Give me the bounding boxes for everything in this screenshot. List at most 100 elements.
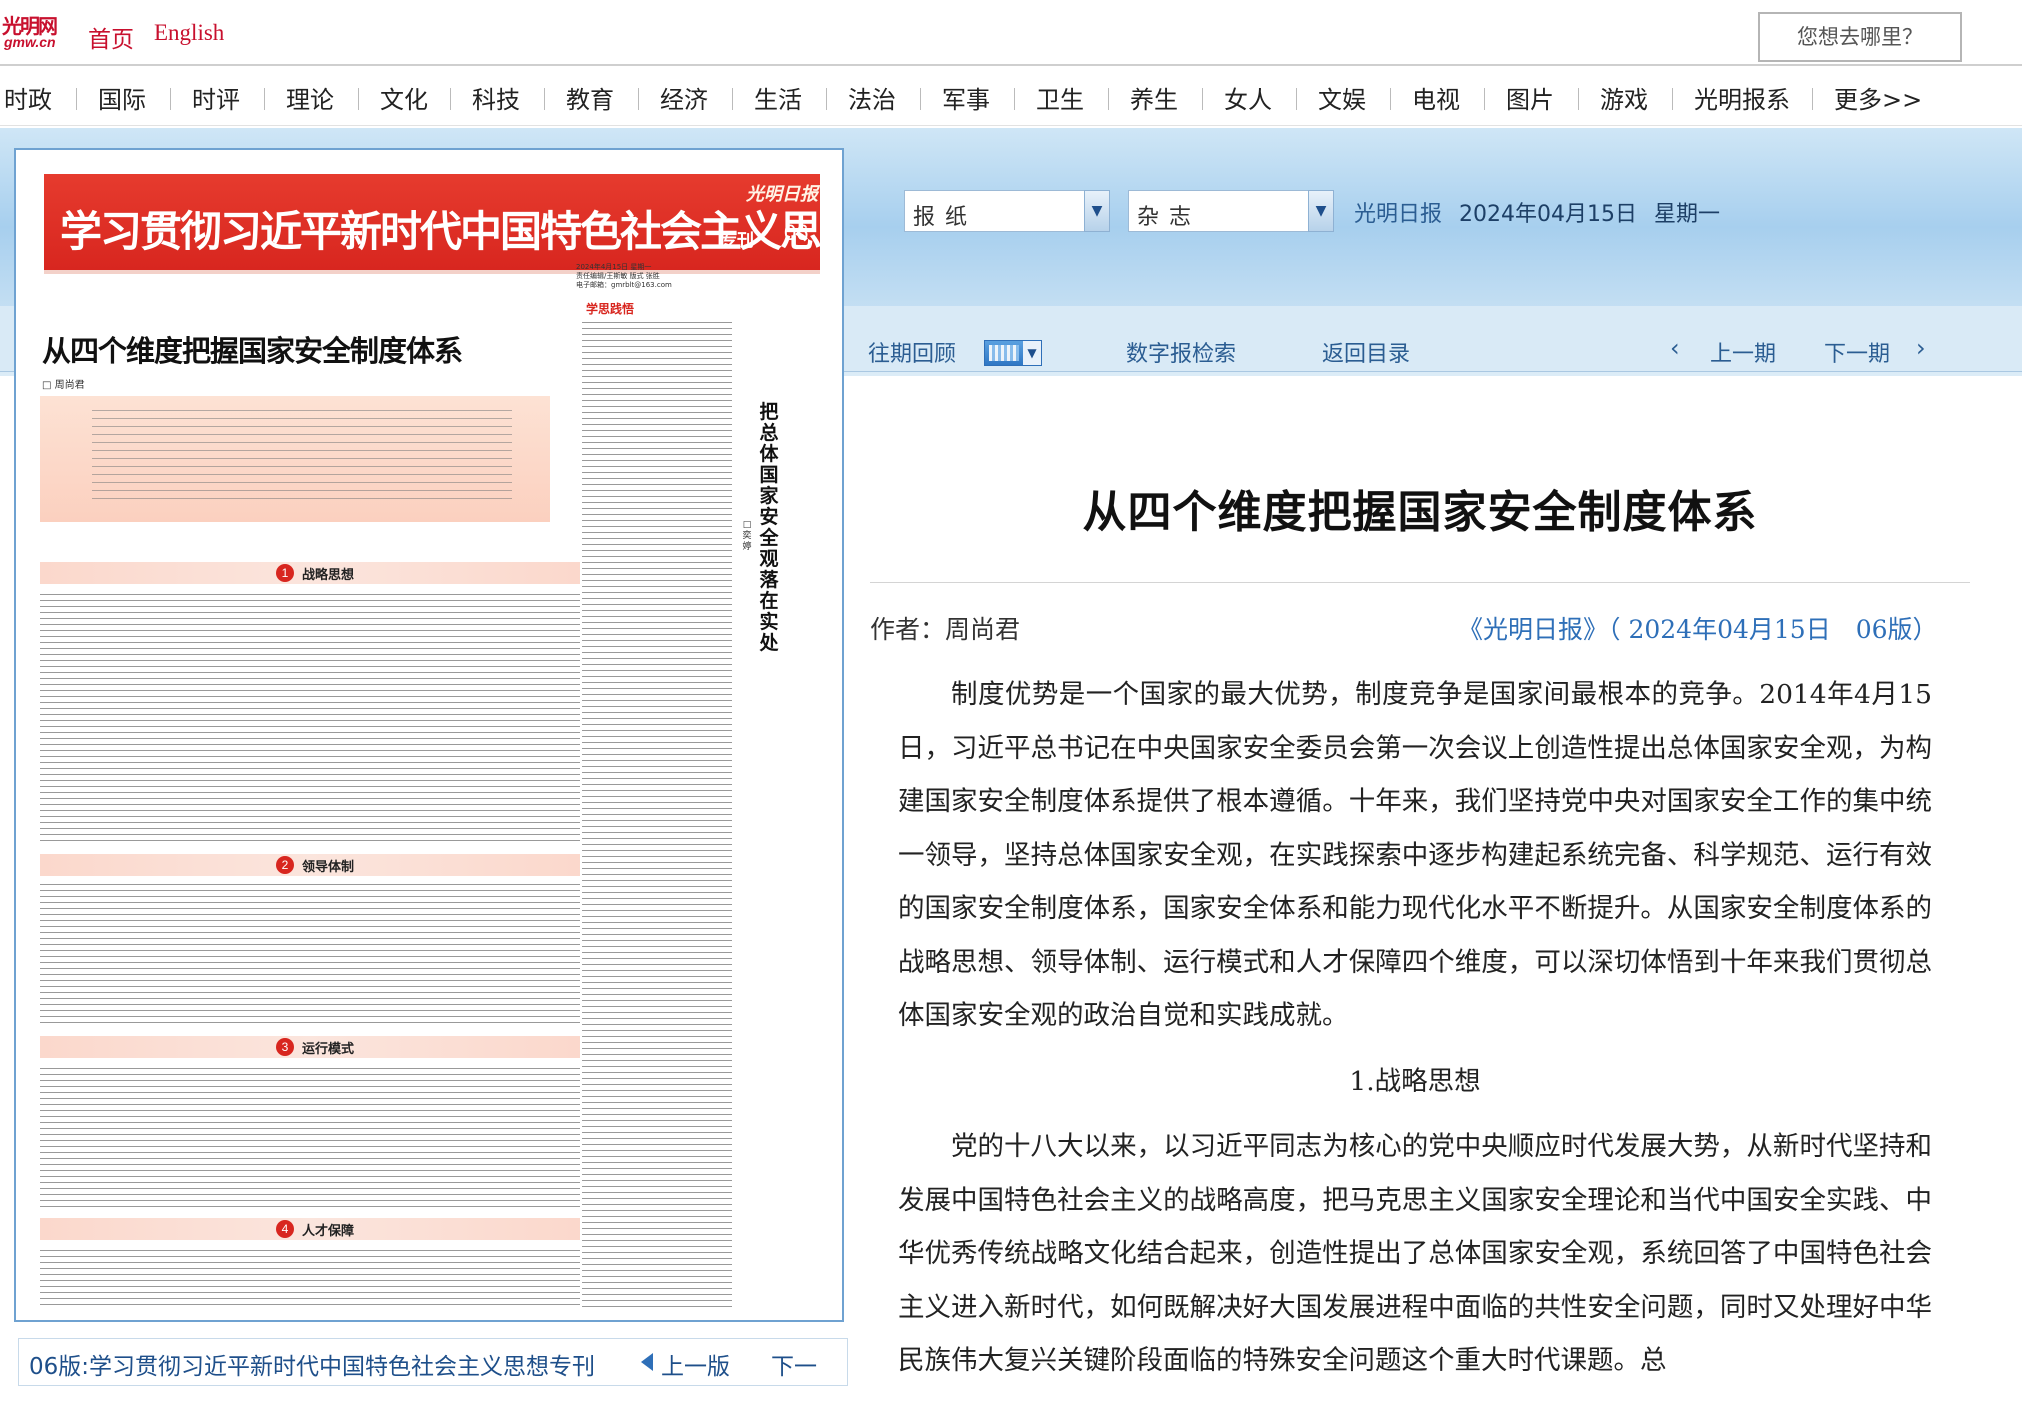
paper-name: 光明日报 (1354, 202, 1443, 227)
text-column (40, 884, 580, 1024)
nav-divider (638, 88, 639, 110)
nav-divider (358, 88, 359, 110)
chevron-left-icon[interactable]: ‹ (1670, 334, 1680, 362)
past-issues-link[interactable]: 往期回顾 (868, 336, 956, 368)
top-bar: 光明网 gmw.cn 首页 English 您想去哪里？ (0, 0, 2022, 66)
nav-item[interactable]: 国际 (98, 80, 146, 115)
nav-item[interactable]: 文娱 (1318, 80, 1366, 115)
nav-item[interactable]: 电视 (1412, 80, 1460, 115)
nav-item[interactable]: 经济 (660, 80, 708, 115)
prev-issue-link[interactable]: 上一期 (1710, 336, 1776, 368)
english-link[interactable]: English (154, 20, 224, 46)
nav-divider (1578, 88, 1579, 110)
chevron-right-icon[interactable]: › (1916, 334, 1926, 362)
nav-divider (1390, 88, 1391, 110)
article-author: 作者：周尚君 (870, 615, 1021, 644)
nav-divider (1014, 88, 1015, 110)
calendar-picker-button[interactable]: ▼ (984, 340, 1042, 366)
lead-paragraph-box (40, 396, 550, 522)
home-link[interactable]: 首页 (88, 20, 134, 54)
section-heading: 1.战略思想 (1349, 1065, 1481, 1097)
nav-item[interactable]: 教育 (566, 80, 614, 115)
section-header: 3 运行模式 (40, 1036, 580, 1058)
nav-divider (1812, 88, 1813, 110)
nav-divider (264, 88, 265, 110)
triangle-left-icon[interactable] (641, 1353, 653, 1371)
section-number: 1 (276, 564, 294, 582)
nav-divider (1108, 88, 1109, 110)
digital-search-link[interactable]: 数字报检索 (1126, 336, 1236, 368)
section-header: 2 领导体制 (40, 854, 580, 876)
nav-item[interactable]: 生活 (754, 80, 802, 115)
site-logo[interactable]: 光明网 gmw.cn (0, 10, 74, 52)
section-title: 领导体制 (302, 860, 355, 875)
nav-item[interactable]: 养生 (1130, 80, 1178, 115)
nav-item[interactable]: 文化 (380, 80, 428, 115)
nav-divider (450, 88, 451, 110)
nav-item[interactable]: 军事 (942, 80, 990, 115)
section-header: 4 人才保障 (40, 1218, 580, 1240)
newspaper-select[interactable]: 报纸 ▼ (904, 190, 1110, 232)
site-search-box[interactable]: 您想去哪里？ (1758, 12, 1962, 62)
page-banner: 学习贯彻习近平新时代中国特色社会主义思想 光明日报 专刊 06 (44, 174, 842, 274)
section-title: 人才保障 (302, 1224, 355, 1239)
nav-divider (1672, 88, 1673, 110)
nav-item[interactable]: 科技 (472, 80, 520, 115)
nav-item[interactable]: 游戏 (1600, 80, 1648, 115)
chevron-down-icon[interactable]: ▼ (1308, 190, 1334, 232)
nav-item[interactable]: 理论 (286, 80, 334, 115)
side-byline: □ 奕 婷 (742, 520, 752, 552)
nav-item[interactable]: 光明报系 (1694, 80, 1790, 115)
nav-divider (1296, 88, 1297, 110)
section-number: 2 (276, 856, 294, 874)
nav-divider (732, 88, 733, 110)
newspaper-page-image[interactable]: 学习贯彻习近平新时代中国特色社会主义思想 光明日报 专刊 06 2024年4月1… (14, 148, 844, 1322)
back-to-toc-link[interactable]: 返回目录 (1322, 336, 1410, 368)
section-number: 3 (276, 1038, 294, 1056)
next-issue-link[interactable]: 下一期 (1824, 336, 1890, 368)
page-headline[interactable]: 从四个维度把握国家安全制度体系 (42, 328, 463, 370)
section-title: 运行模式 (302, 1042, 355, 1057)
nav-item-more[interactable]: 更多>> (1834, 80, 1922, 115)
section-number: 4 (276, 1220, 294, 1238)
nav-item[interactable]: 女人 (1224, 80, 1272, 115)
article-source[interactable]: 《光明日报》（ 2024年04月15日 06版） (1458, 610, 1938, 646)
prev-page-link[interactable]: 上一版 (661, 1347, 730, 1381)
article-body: 制度优势是一个国家的最大优势，制度竞争是国家间最根本的竞争。2014年4月15日… (898, 668, 1932, 1388)
divider (870, 582, 1970, 583)
nav-divider (1202, 88, 1203, 110)
nav-divider (544, 88, 545, 110)
text-column (40, 1250, 580, 1308)
nav-item[interactable]: 卫生 (1036, 80, 1084, 115)
banner-page-number: 06 (784, 220, 809, 245)
nav-divider (920, 88, 921, 110)
side-headline[interactable]: 把总体国家安全观落在实处 (756, 402, 782, 654)
nav-item[interactable]: 法治 (848, 80, 896, 115)
nav-item[interactable]: 图片 (1506, 80, 1554, 115)
section-header: 1 战略思想 (40, 562, 580, 584)
newspaper-select-label: 报纸 (913, 205, 978, 230)
logo-domain: gmw.cn (4, 34, 56, 50)
magazine-select[interactable]: 杂志 ▼ (1128, 190, 1334, 232)
page-caption[interactable]: 06版:学习贯彻习近平新时代中国特色社会主义思想专刊 (29, 1347, 595, 1381)
next-page-link[interactable]: 下一 (771, 1347, 817, 1381)
issue-weekday: 星期一 (1654, 202, 1721, 227)
nav-item[interactable]: 时评 (192, 80, 240, 115)
paragraph: 制度优势是一个国家的最大优势，制度竞争是国家间最根本的竞争。2014年4月15日… (898, 679, 1932, 1031)
chevron-down-icon[interactable]: ▼ (1084, 190, 1110, 232)
channel-nav: 时政 国际 时评 理论 文化 科技 教育 经济 生活 法治 军事 卫生 养生 女… (0, 68, 2022, 126)
nav-divider (1484, 88, 1485, 110)
nav-item[interactable]: 时政 (4, 80, 52, 115)
page-meta-email: 电子邮箱：gmrblt@163.com (576, 281, 672, 289)
text-column (40, 594, 580, 842)
page-byline: □ 周尚君 (42, 380, 85, 391)
issue-date: 光明日报 2024年04月15日 星期一 (1354, 196, 1720, 228)
paragraph: 党的十八大以来，以习近平同志为核心的党中央顺应时代发展大势，从新时代坚持和发展中… (898, 1131, 1932, 1376)
banner-brand: 光明日报 (746, 184, 818, 205)
column-mark: 学思践悟 (586, 302, 635, 316)
article-title: 从四个维度把握国家安全制度体系 (1082, 487, 1758, 538)
page-caption-bar: 06版:学习贯彻习近平新时代中国特色社会主义思想专刊 上一版 下一 (18, 1338, 848, 1386)
side-text-column (582, 322, 732, 1308)
banner-subtitle: 专刊 (720, 231, 754, 251)
nav-divider (826, 88, 827, 110)
